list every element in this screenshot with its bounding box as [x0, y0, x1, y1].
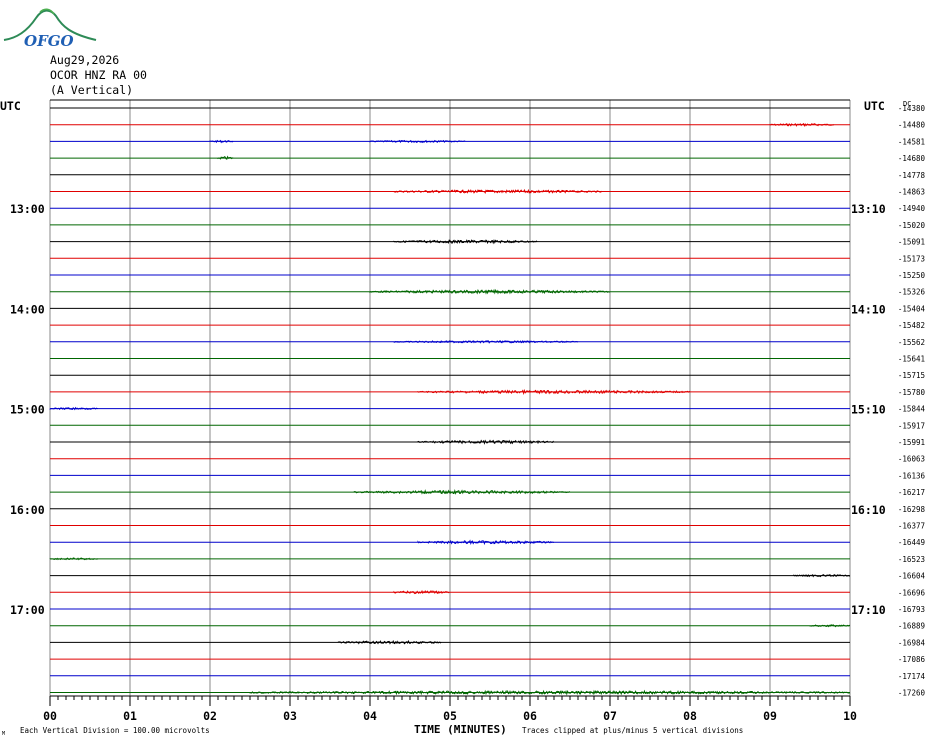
dc-offset-label: -15091	[898, 238, 925, 247]
trace-signal	[793, 573, 851, 578]
dc-offset-label: -15715	[898, 371, 925, 380]
dc-offset-label: -15991	[898, 438, 925, 447]
utc-label-left: UTC	[0, 99, 21, 113]
trace-signal	[353, 488, 571, 495]
dc-offset-label: -16136	[898, 471, 926, 480]
dc-offset-label: -15844	[898, 405, 926, 414]
x-tick-label: 05	[443, 709, 457, 723]
dc-offset-label: -16604	[898, 572, 926, 581]
dc-offset-label: -15173	[898, 254, 925, 263]
trace-signal	[249, 689, 851, 696]
dc-offset-label: -14480	[898, 121, 926, 130]
utc-label-right: UTC	[864, 99, 885, 113]
clip-note: Traces clipped at plus/minus 5 vertical …	[522, 726, 743, 735]
trace-signal	[337, 639, 442, 645]
dc-offset-label: -14581	[898, 137, 925, 146]
dc-offset-label: -14863	[898, 188, 925, 197]
trace-signal	[769, 122, 835, 127]
dc-offset-label: -16696	[898, 588, 926, 597]
x-tick-label: 09	[763, 709, 777, 723]
dc-offset-label: -14680	[898, 154, 926, 163]
trace-signal	[209, 139, 234, 144]
time-label-right: 17:10	[851, 603, 886, 617]
dc-offset-label: -16889	[898, 622, 925, 631]
time-label-left: 14:00	[10, 302, 45, 316]
x-tick-label: 04	[363, 709, 377, 723]
trace-signal	[369, 139, 466, 144]
chart-grid	[49, 99, 851, 706]
dc-offset-label: -16298	[898, 505, 926, 514]
dc-offset-label: -16377	[898, 522, 925, 531]
time-label-left: 17:00	[10, 603, 45, 617]
x-tick-label: 07	[603, 709, 617, 723]
dc-offset-label: -17174	[898, 672, 926, 681]
seismogram-chart: 00 01 02 03 04 05 06 07 08 09 10-14380-14480-14581…	[0, 99, 925, 737]
x-tick-label: 01	[123, 709, 137, 723]
x-tick-label: 10	[843, 709, 857, 723]
dc-offset-label: -16984	[898, 638, 926, 647]
time-label-right: 14:10	[851, 302, 886, 316]
corner-mark: M	[2, 731, 5, 737]
time-label-right: 13:10	[851, 202, 886, 216]
time-label-right: 16:10	[851, 503, 886, 517]
time-label-left: 13:00	[10, 202, 45, 216]
x-axis-title: TIME (MINUTES)	[414, 723, 507, 736]
dc-offset-label: -14778	[898, 171, 926, 180]
time-label-right: 15:10	[851, 403, 886, 417]
dc-offset-label: -16523	[898, 555, 925, 564]
x-tick-label: 03	[283, 709, 297, 723]
dc-offset-label: -14940	[898, 204, 926, 213]
dc-offset-label: -15404	[898, 304, 926, 313]
scale-note: Each Vertical Division = 100.00 microvol…	[20, 726, 210, 735]
x-tick-label: 00	[43, 709, 57, 723]
dc-offset-label: -15562	[898, 338, 925, 347]
dc-offset-label: -15482	[898, 321, 925, 330]
dc-offset-label: -17086	[898, 655, 926, 664]
dc-offset-label: -17260	[898, 689, 926, 698]
dc-offset-label: -16063	[898, 455, 925, 464]
dc-offset-label: -15780	[898, 388, 926, 397]
chart-labels: 00 01 02 03 04 05 06 07 08 09 10-14380-14480-14581…	[10, 104, 925, 723]
time-label-left: 16:00	[10, 503, 45, 517]
dc-unit-label: DC	[903, 100, 911, 108]
x-tick-label: 02	[203, 709, 217, 723]
x-tick-label: 06	[523, 709, 537, 723]
dc-offset-label: -15917	[898, 421, 925, 430]
time-label-left: 15:00	[10, 403, 45, 417]
x-tick-label: 08	[683, 709, 697, 723]
dc-offset-label: -15641	[898, 355, 925, 364]
trace-signal	[809, 624, 851, 628]
dc-offset-label: -15326	[898, 288, 926, 297]
dc-offset-label: -16793	[898, 605, 925, 614]
dc-offset-label: -16217	[898, 488, 925, 497]
dc-offset-label: -16449	[898, 538, 925, 547]
dc-offset-label: -15020	[898, 221, 926, 230]
dc-offset-label: -15250	[898, 271, 926, 280]
